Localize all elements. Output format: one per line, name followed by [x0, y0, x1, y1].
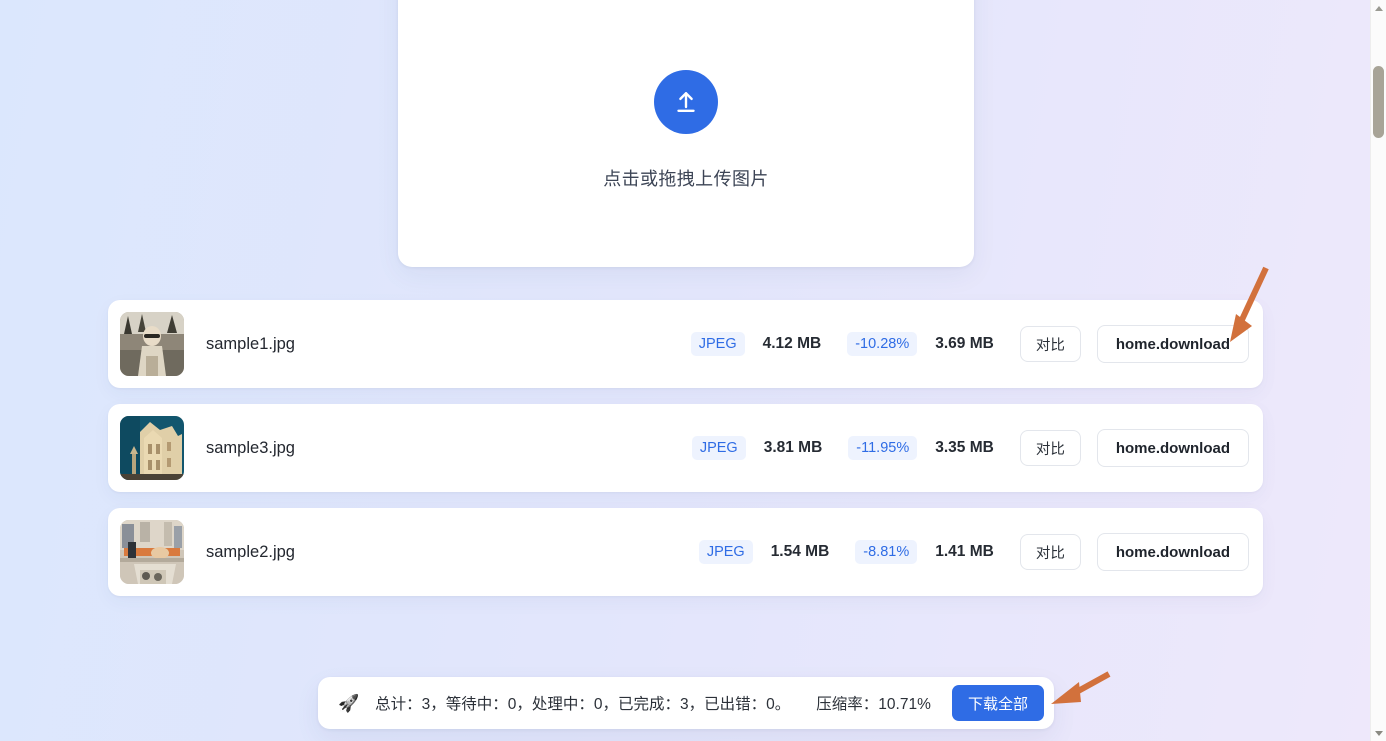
upload-dropzone[interactable]: 点击或拖拽上传图片 [398, 0, 974, 267]
file-thumbnail [120, 312, 184, 376]
compare-button[interactable]: 对比 [1019, 430, 1081, 466]
compression-delta-badge: -11.95% [848, 436, 918, 460]
file-thumbnail [120, 416, 184, 480]
compare-button[interactable]: 对比 [1019, 534, 1081, 570]
upload-hint-text: 点击或拖拽上传图片 [603, 169, 769, 189]
file-thumbnail [120, 520, 184, 584]
upload-arrow-icon[interactable] [653, 70, 718, 134]
compression-delta-badge: -10.28% [847, 332, 918, 356]
file-name: sample1.jpg [206, 334, 295, 353]
compressed-size: 3.69 MB [935, 335, 994, 352]
original-size: 4.12 MB [762, 335, 822, 352]
format-badge: JPEG [698, 540, 753, 564]
vertical-scrollbar[interactable] [1370, 0, 1386, 741]
compare-button[interactable]: 对比 [1019, 326, 1081, 362]
page-scroll-area: 点击或拖拽上传图片 sample1.jpg JPEG 4.12 MB -10.2… [0, 0, 1370, 741]
file-name: sample2.jpg [206, 542, 295, 561]
download-all-button[interactable]: 下载全部 [951, 685, 1044, 721]
original-size: 1.54 MB [770, 543, 830, 560]
compressed-size: 1.41 MB [935, 543, 994, 560]
file-meta: JPEG 4.12 MB -10.28% 3.69 MB 对比 home.dow… [690, 325, 1249, 363]
arrow-to-download-all-button [1045, 662, 1117, 721]
upload-dropzone-content: 点击或拖拽上传图片 [603, 70, 769, 191]
original-size: 3.81 MB [763, 439, 823, 456]
summary-stats-text: 总计：3，等待中：0，处理中：0，已完成：3，已出错：0。 [375, 696, 791, 713]
format-badge: JPEG [691, 436, 746, 460]
format-badge: JPEG [690, 332, 745, 356]
compression-delta-badge: -8.81% [855, 540, 918, 564]
table-row[interactable]: sample3.jpg JPEG 3.81 MB -11.95% 3.35 MB… [108, 404, 1263, 492]
download-button[interactable]: home.download [1096, 325, 1249, 363]
download-button[interactable]: home.download [1096, 533, 1249, 571]
file-name: sample3.jpg [206, 438, 295, 457]
download-button[interactable]: home.download [1096, 429, 1249, 467]
compressed-size: 3.35 MB [935, 439, 994, 456]
scrollbar-thumb[interactable] [1373, 66, 1384, 138]
summary-ratio-text: 压缩率：10.71% [816, 696, 931, 713]
summary-bar: 🚀 总计：3，等待中：0，处理中：0，已完成：3，已出错：0。 压缩率：10.7… [318, 677, 1054, 729]
rocket-icon: 🚀 [338, 693, 360, 713]
scroll-up-arrow-icon[interactable] [1371, 0, 1386, 16]
table-row[interactable]: sample2.jpg JPEG 1.54 MB -8.81% 1.41 MB … [108, 508, 1263, 596]
scroll-down-arrow-icon[interactable] [1371, 725, 1386, 741]
file-list: sample1.jpg JPEG 4.12 MB -10.28% 3.69 MB… [108, 300, 1263, 612]
table-row[interactable]: sample1.jpg JPEG 4.12 MB -10.28% 3.69 MB… [108, 300, 1263, 388]
file-meta: JPEG 3.81 MB -11.95% 3.35 MB 对比 home.dow… [691, 429, 1249, 467]
file-meta: JPEG 1.54 MB -8.81% 1.41 MB 对比 home.down… [698, 533, 1249, 571]
